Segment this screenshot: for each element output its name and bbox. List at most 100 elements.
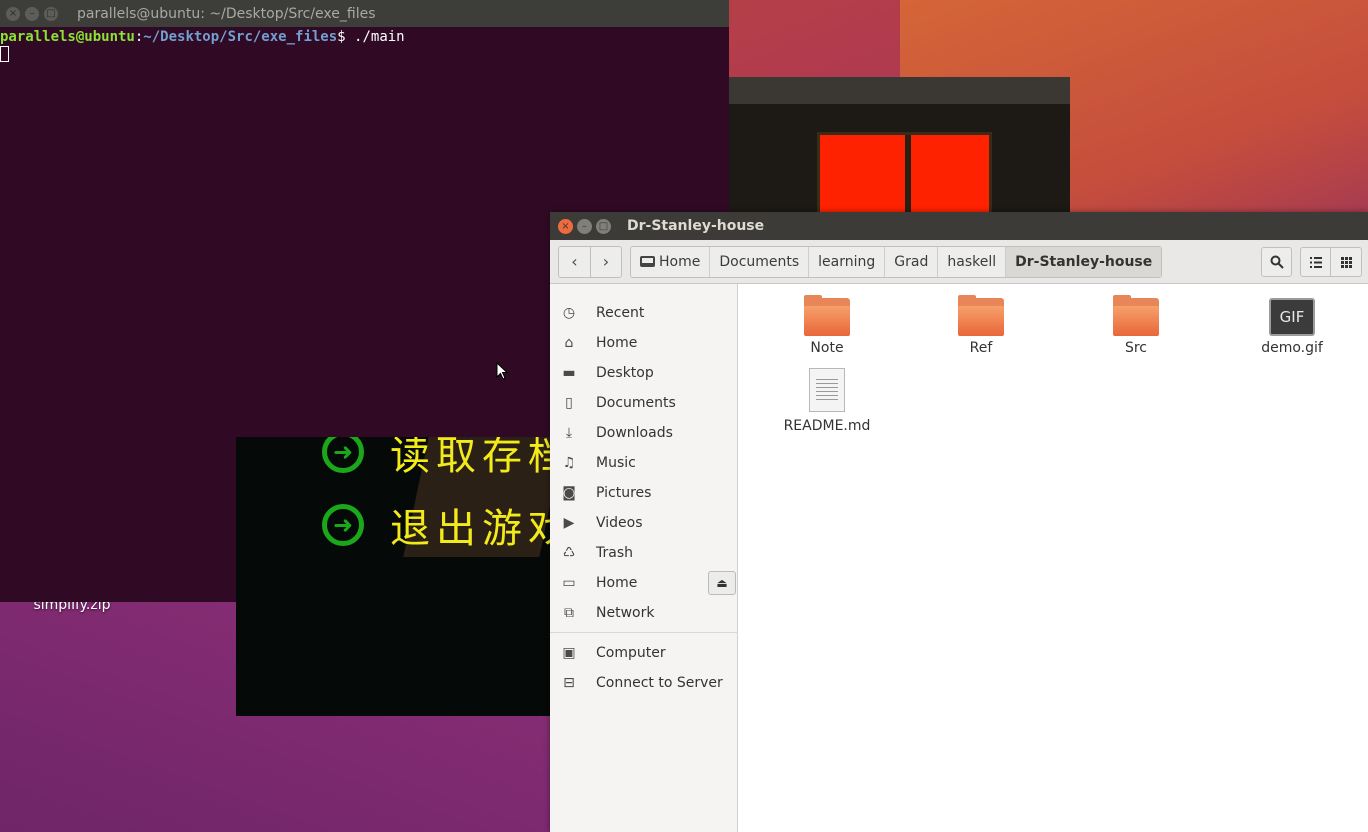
list-view-icon xyxy=(1309,256,1322,268)
drive-icon xyxy=(640,256,655,267)
game-menu-item-load[interactable]: ➜ 读取存档 xyxy=(322,437,552,481)
window-title: Dr-Stanley-house xyxy=(627,218,765,234)
file-name: Src xyxy=(1124,340,1148,356)
grid-view-icon xyxy=(1340,256,1352,268)
maximize-icon[interactable]: □ xyxy=(596,218,611,234)
file-item-ref[interactable]: Ref xyxy=(926,295,1036,356)
mouse-pointer-icon xyxy=(496,362,508,380)
sidebar-item-computer[interactable]: ▣ Computer xyxy=(550,638,738,668)
folder-icon xyxy=(804,295,850,336)
sidebar-item-label: Home xyxy=(596,335,638,351)
sidebar-item-label: Connect to Server xyxy=(596,675,723,691)
terminal-cursor xyxy=(0,46,9,62)
text-file-icon xyxy=(809,368,845,412)
arrow-icon: ➜ xyxy=(322,504,364,546)
file-name: README.md xyxy=(783,418,871,434)
eject-button[interactable]: ⏏ xyxy=(708,571,736,595)
video-icon: ▶ xyxy=(563,515,575,531)
prompt-user: parallels@ubuntu xyxy=(0,29,135,45)
folder-icon xyxy=(1113,295,1159,336)
sidebar-item-label: Music xyxy=(596,455,636,471)
breadcrumb-documents[interactable]: Documents xyxy=(710,246,810,277)
sidebar-item-label: Home xyxy=(596,575,638,591)
forward-button[interactable]: › xyxy=(590,246,621,277)
sidebar-item-desktop[interactable]: ▬ Desktop xyxy=(550,358,738,388)
file-name: Ref xyxy=(969,340,993,356)
sidebar-item-label: Videos xyxy=(596,515,643,531)
back-button[interactable]: ‹ xyxy=(559,247,590,277)
terminal-titlebar[interactable]: × – □ parallels@ubuntu: ~/Desktop/Src/ex… xyxy=(0,0,729,27)
camera-icon: ◙ xyxy=(562,485,576,501)
file-item-src[interactable]: Src xyxy=(1081,295,1191,356)
drive-icon: ▭ xyxy=(562,575,576,591)
search-icon xyxy=(1270,255,1284,269)
breadcrumb-label: Home xyxy=(659,253,701,270)
history-nav: ‹ › xyxy=(558,245,622,278)
file-manager-window[interactable]: × – □ Dr-Stanley-house ‹ › Home Document… xyxy=(550,212,1368,832)
minimize-icon[interactable]: – xyxy=(577,218,592,234)
file-manager-titlebar[interactable]: × – □ Dr-Stanley-house xyxy=(550,212,1368,240)
terminal-title: parallels@ubuntu: ~/Desktop/Src/exe_file… xyxy=(77,5,376,22)
file-item-note[interactable]: Note xyxy=(772,295,882,356)
terminal-window-extension[interactable] xyxy=(0,437,236,602)
file-name: Note xyxy=(810,340,844,356)
game-scene xyxy=(729,104,1070,226)
music-icon: ♫ xyxy=(562,455,576,471)
trash-icon: ♺ xyxy=(562,545,576,561)
sidebar-item-pictures[interactable]: ◙ Pictures xyxy=(550,478,738,508)
grid-view-button[interactable] xyxy=(1331,247,1362,277)
game-window-titlebar[interactable] xyxy=(729,77,1070,104)
toolbar-right xyxy=(1261,240,1368,284)
sidebar-item-home[interactable]: ⌂ Home xyxy=(550,328,738,358)
game-menu-label: 读取存档 xyxy=(390,437,552,479)
sidebar-item-connect-server[interactable]: ⊟ Connect to Server xyxy=(550,668,738,698)
terminal-prompt-line: parallels@ubuntu:~/Desktop/Src/exe_files… xyxy=(0,27,729,45)
breadcrumb-grad[interactable]: Grad xyxy=(885,246,939,277)
terminal-command: ./main xyxy=(354,29,405,45)
close-icon[interactable]: × xyxy=(558,218,573,234)
breadcrumb-home[interactable]: Home xyxy=(631,246,711,277)
sidebar-item-downloads[interactable]: ⤓ Downloads xyxy=(550,418,738,448)
minimize-icon[interactable]: – xyxy=(25,6,39,21)
sidebar-item-label: Downloads xyxy=(596,425,673,441)
breadcrumb-haskell[interactable]: haskell xyxy=(938,246,1007,277)
prompt-path: ~/Desktop/Src/exe_files xyxy=(143,29,338,45)
sidebar-item-home-drive[interactable]: ▭ Home ⏏ xyxy=(550,568,738,598)
file-item-demo-gif[interactable]: GIF demo.gif xyxy=(1237,298,1347,356)
maximize-icon[interactable]: □ xyxy=(44,6,58,21)
sidebar-item-label: Recent xyxy=(596,305,645,321)
eject-icon: ⏏ xyxy=(716,576,728,590)
file-item-readme[interactable]: README.md xyxy=(772,368,882,434)
sidebar-divider xyxy=(550,632,738,633)
list-view-button[interactable] xyxy=(1300,247,1331,277)
folder-icon: ▬ xyxy=(562,365,576,381)
document-icon: ▯ xyxy=(565,395,573,411)
sidebar-item-recent[interactable]: ◷ Recent xyxy=(550,298,738,328)
prompt-end: $ xyxy=(337,29,355,45)
view-toggle xyxy=(1300,247,1362,277)
file-view[interactable]: Note Ref Src GIF demo.gif README.md xyxy=(738,284,1368,832)
breadcrumb: Home Documents learning Grad haskell Dr-… xyxy=(630,245,1163,278)
sidebar-item-music[interactable]: ♫ Music xyxy=(550,448,738,478)
sidebar-item-trash[interactable]: ♺ Trash xyxy=(550,538,738,568)
close-icon[interactable]: × xyxy=(6,6,20,21)
toolbar: ‹ › Home Documents learning Grad haskell… xyxy=(550,240,1368,284)
sidebar-item-label: Trash xyxy=(596,545,633,561)
sidebar-item-network[interactable]: ⧉ Network xyxy=(550,598,738,628)
folder-icon xyxy=(958,295,1004,336)
sidebar-item-videos[interactable]: ▶ Videos xyxy=(550,508,738,538)
places-sidebar: ◷ Recent ⌂ Home ▬ Desktop ▯ Documents ⤓ Downl… xyxy=(550,284,738,832)
network-icon: ⧉ xyxy=(564,605,574,621)
sidebar-item-documents[interactable]: ▯ Documents xyxy=(550,388,738,418)
game-menu-item-quit[interactable]: ➜ 退出游戏 xyxy=(322,496,552,554)
file-name: demo.gif xyxy=(1261,340,1323,356)
sidebar-item-label: Network xyxy=(596,605,655,621)
download-icon: ⤓ xyxy=(565,425,573,441)
game-window[interactable] xyxy=(729,77,1070,226)
breadcrumb-current[interactable]: Dr-Stanley-house xyxy=(1006,246,1162,277)
search-button[interactable] xyxy=(1261,247,1292,277)
breadcrumb-learning[interactable]: learning xyxy=(809,246,886,277)
server-icon: ⊟ xyxy=(563,675,575,691)
gif-image-icon: GIF xyxy=(1269,298,1315,336)
game-menu-area: ➜ 读取存档 ➜ 退出游戏 xyxy=(236,437,552,716)
